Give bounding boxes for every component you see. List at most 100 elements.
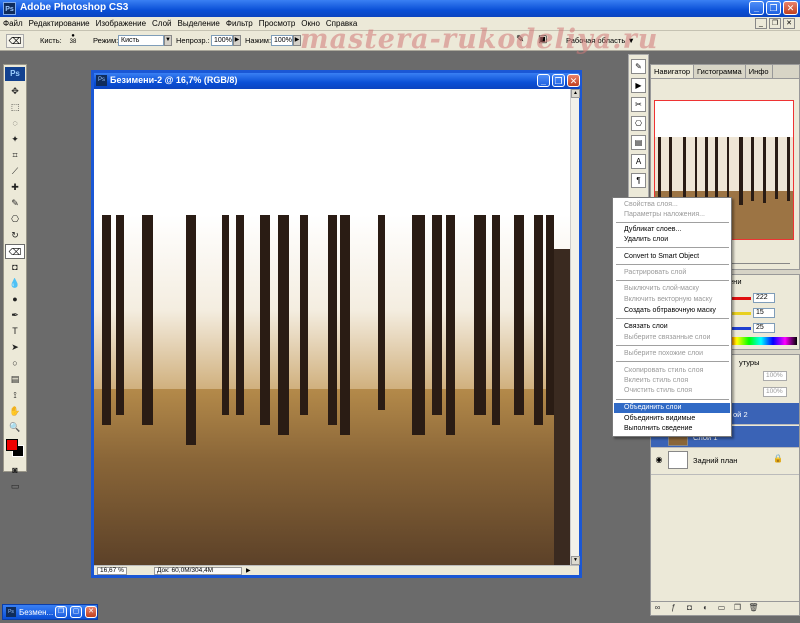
healing-tool-icon[interactable]: ✚	[5, 180, 25, 195]
zoom-level-field[interactable]: 16,67 %	[97, 567, 127, 575]
task-restore-button[interactable]: ❐	[55, 606, 67, 618]
task-close-button[interactable]: ✕	[85, 606, 97, 618]
actions-panel-icon[interactable]: ▶	[631, 78, 646, 93]
menu-item-layer-properties[interactable]: Свойства слоя...	[614, 200, 730, 210]
menu-item-merge-visible[interactable]: Объединить видимые	[614, 414, 730, 424]
doc-restore-button[interactable]: ❐	[769, 18, 781, 29]
maximize-button[interactable]: ❐	[766, 1, 781, 15]
layer-row[interactable]: ◉ Задний план 🔒	[651, 449, 799, 475]
menu-item-select-linked-layers[interactable]: Выберите связанные слои	[614, 333, 730, 343]
add-mask-icon[interactable]: ◘	[683, 603, 696, 614]
lasso-tool-icon[interactable]: ◌	[5, 116, 25, 131]
menu-item-delete-layers[interactable]: Удалить слои	[614, 235, 730, 245]
eraser-tool-icon[interactable]: ⌫	[6, 34, 24, 48]
layer-style-icon[interactable]: ƒ	[667, 603, 680, 614]
doc-window-maximize-button[interactable]: ❐	[552, 74, 565, 87]
tab-navigator[interactable]: Навигатор	[651, 65, 695, 78]
vertical-scrollbar[interactable]: ▲ ▼	[570, 89, 580, 565]
menu-item-duplicate-layers[interactable]: Дубликат слоев...	[614, 225, 730, 235]
clone-stamp-tool-icon[interactable]: ⎔	[5, 212, 25, 227]
menu-item-flatten-image[interactable]: Выполнить сведение	[614, 424, 730, 434]
layers-panel-tab-partial[interactable]: утуры	[739, 358, 760, 367]
new-layer-icon[interactable]: ❐	[731, 603, 744, 614]
minimize-button[interactable]: _	[749, 1, 764, 15]
layer-fill-input[interactable]: 100%	[763, 387, 787, 397]
blue-value-input[interactable]: 25	[753, 323, 775, 333]
foreground-color-swatch[interactable]	[6, 439, 18, 451]
menu-item-clear-layer-style[interactable]: Очистить стиль слоя	[614, 386, 730, 396]
scroll-up-arrow-icon[interactable]: ▲	[571, 89, 580, 98]
menu-select[interactable]: Выделение	[174, 17, 222, 28]
delete-layer-icon[interactable]: 🗑	[747, 603, 760, 614]
tool-presets-panel-icon[interactable]: ✂	[631, 97, 646, 112]
slice-tool-icon[interactable]: ⟋	[5, 164, 25, 179]
crop-tool-icon[interactable]: ⌗	[5, 148, 25, 163]
task-maximize-button[interactable]: ▢	[70, 606, 82, 618]
hand-tool-icon[interactable]: ✋	[5, 404, 25, 419]
eyedropper-tool-icon[interactable]: ⟟	[5, 388, 25, 403]
menu-item-paste-layer-style[interactable]: Вклеить стиль слоя	[614, 376, 730, 386]
color-swatches[interactable]	[5, 438, 25, 460]
opacity-input[interactable]: 100%	[211, 35, 233, 46]
doc-minimize-button[interactable]: _	[755, 18, 767, 29]
visibility-eye-icon[interactable]: ◉	[654, 455, 664, 465]
type-tool-icon[interactable]: T	[5, 324, 25, 339]
adjustment-layer-icon[interactable]: ◐	[699, 603, 712, 614]
pressure-input[interactable]: 100%	[271, 35, 293, 46]
brushes-panel-icon[interactable]: ✎	[631, 59, 646, 74]
scroll-down-arrow-icon[interactable]: ▼	[571, 556, 580, 565]
dodge-tool-icon[interactable]: ●	[5, 292, 25, 307]
screen-mode-icon[interactable]: ▭	[5, 479, 25, 494]
red-value-input[interactable]: 222	[753, 293, 775, 303]
magic-wand-tool-icon[interactable]: ✦	[5, 132, 25, 147]
document-canvas[interactable]	[94, 89, 570, 565]
doc-window-close-button[interactable]: ✕	[567, 74, 580, 87]
eraser-tool-icon[interactable]: ⌫	[5, 244, 25, 259]
clone-source-panel-icon[interactable]: ⎔	[631, 116, 646, 131]
menu-file[interactable]: Файл	[0, 17, 26, 28]
layer-opacity-input[interactable]: 100%	[763, 371, 787, 381]
brush-preset-picker[interactable]: ● 38	[66, 33, 80, 49]
opacity-arrow-icon[interactable]: ▶	[233, 35, 241, 46]
tab-histogram[interactable]: Гистограмма	[694, 65, 746, 78]
new-group-icon[interactable]: ▭	[715, 603, 728, 614]
paint-bucket-tool-icon[interactable]: ◘	[5, 260, 25, 275]
history-brush-tool-icon[interactable]: ↻	[5, 228, 25, 243]
move-tool-icon[interactable]: ✥	[5, 84, 25, 99]
brush-tool-icon[interactable]: ✎	[5, 196, 25, 211]
menu-item-select-similar-layers[interactable]: Выберите похожие слои	[614, 349, 730, 359]
quick-mask-icon[interactable]: ◙	[5, 463, 25, 478]
menu-item-convert-smart-object[interactable]: Convert to Smart Object	[614, 252, 730, 262]
mode-dropdown-arrow-icon[interactable]: ▼	[164, 35, 172, 46]
marquee-tool-icon[interactable]: ⬚	[5, 100, 25, 115]
document-titlebar[interactable]: Ps Безимени-2 @ 16,7% (RGB/8) _ ❐ ✕	[94, 73, 580, 89]
menu-item-copy-layer-style[interactable]: Скопировать стиль слоя	[614, 366, 730, 376]
color-ramp[interactable]	[725, 337, 797, 345]
green-value-input[interactable]: 15	[753, 308, 775, 318]
link-layers-icon[interactable]: ∞	[651, 603, 664, 614]
character-panel-icon[interactable]: A	[631, 154, 646, 169]
status-menu-arrow-icon[interactable]: ▶	[246, 567, 251, 574]
menu-item-enable-vector-mask[interactable]: Включить векторную маску	[614, 295, 730, 305]
history-panel-icon[interactable]: ▤	[631, 135, 646, 150]
menu-edit[interactable]: Редактирование	[26, 17, 93, 28]
menu-filter[interactable]: Фильтр	[223, 17, 256, 28]
notes-tool-icon[interactable]: ▤	[5, 372, 25, 387]
shape-tool-icon[interactable]: ○	[5, 356, 25, 371]
menu-item-disable-layer-mask[interactable]: Выключить слой-маску	[614, 284, 730, 294]
menu-image[interactable]: Изображение	[93, 17, 149, 28]
doc-close-button[interactable]: ✕	[783, 18, 795, 29]
blur-tool-icon[interactable]: 💧	[5, 276, 25, 291]
menu-item-merge-layers[interactable]: Объединить слои	[614, 403, 730, 413]
menu-view[interactable]: Просмотр	[256, 17, 299, 28]
path-selection-tool-icon[interactable]: ➤	[5, 340, 25, 355]
minimized-document-window[interactable]: Ps Безмен... ❐ ▢ ✕	[2, 604, 98, 620]
pen-tool-icon[interactable]: ✒	[5, 308, 25, 323]
paragraph-panel-icon[interactable]: ¶	[631, 173, 646, 188]
menu-layer[interactable]: Слой	[149, 17, 174, 28]
menu-item-blending-options[interactable]: Параметры наложения...	[614, 210, 730, 220]
tab-info[interactable]: Инфо	[746, 65, 773, 78]
menu-item-rasterize-layer[interactable]: Растрировать слой	[614, 268, 730, 278]
zoom-tool-icon[interactable]: 🔍	[5, 420, 25, 435]
doc-window-minimize-button[interactable]: _	[537, 74, 550, 87]
